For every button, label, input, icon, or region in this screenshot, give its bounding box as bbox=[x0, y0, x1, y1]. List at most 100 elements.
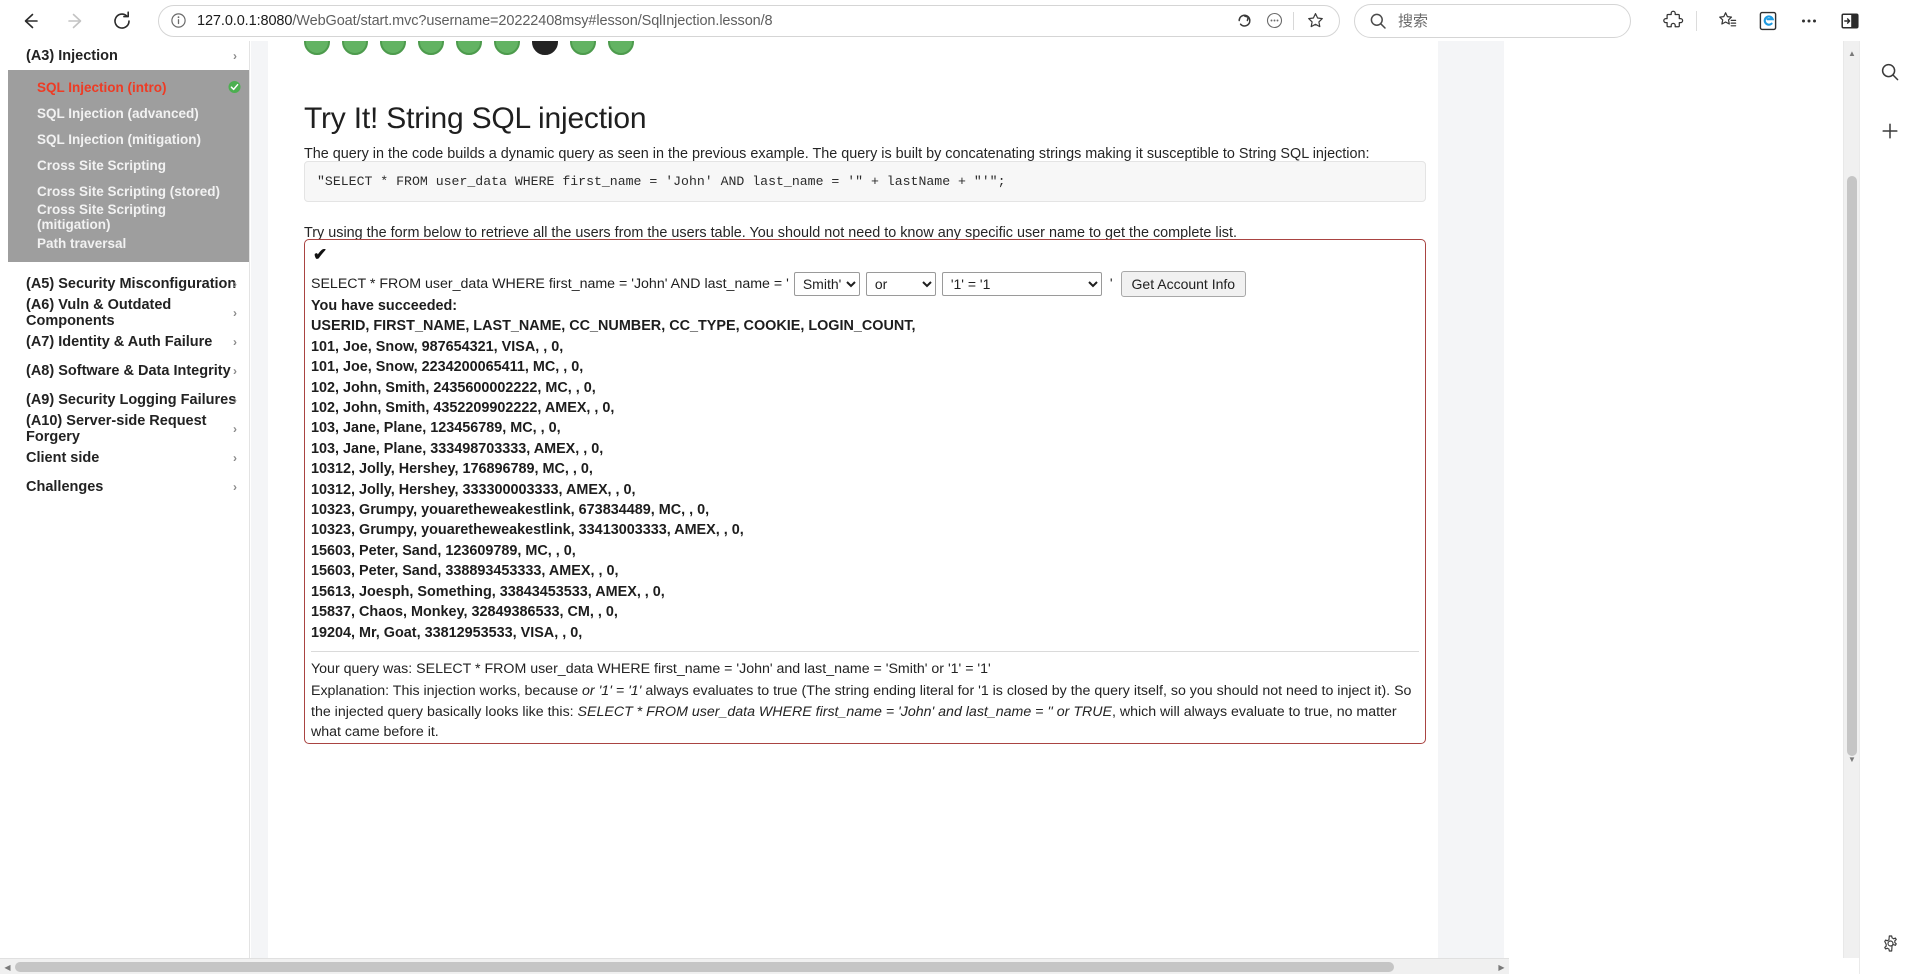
query-results-output: You have succeeded: USERID, FIRST_NAME, … bbox=[311, 296, 1419, 643]
settings-and-more-icon[interactable] bbox=[1792, 4, 1826, 38]
explanation-italic-2: SELECT * FROM user_data WHERE first_name… bbox=[577, 703, 1112, 720]
reload-button[interactable] bbox=[104, 3, 140, 39]
stage-dot-current[interactable] bbox=[532, 41, 558, 55]
get-account-info-button[interactable]: Get Account Info bbox=[1120, 271, 1247, 297]
webgoat-page: (A3) Injection › SQL Injection (intro) S… bbox=[0, 41, 1524, 974]
sidebar-group-a9-security-logging-failures[interactable]: (A9) Security Logging Failures › bbox=[8, 385, 249, 414]
scroll-up-arrow-icon[interactable]: ▲ bbox=[1844, 45, 1860, 61]
sidebar-group-label: (A7) Identity & Auth Failure bbox=[26, 333, 213, 350]
explanation-label: Explanation: bbox=[311, 683, 393, 700]
sidebar-submenu-injection: SQL Injection (intro) SQL Injection (adv… bbox=[8, 70, 249, 262]
condition-select[interactable]: '1' = '1 bbox=[941, 272, 1102, 296]
stage-dot[interactable] bbox=[570, 41, 596, 55]
scroll-right-arrow-icon[interactable]: ▶ bbox=[1494, 959, 1509, 974]
rail-add-icon[interactable] bbox=[1873, 114, 1907, 148]
your-query-value: SELECT * FROM user_data WHERE first_name… bbox=[416, 661, 991, 677]
lesson-navigation-sidebar: (A3) Injection › SQL Injection (intro) S… bbox=[8, 41, 250, 974]
sidebar-group-client-side[interactable]: Client side › bbox=[8, 443, 249, 472]
chevron-right-icon: › bbox=[233, 305, 237, 320]
result-row: 10312, Jolly, Hershey, 176896789, MC, , … bbox=[311, 461, 593, 478]
stage-dot[interactable] bbox=[608, 41, 634, 55]
sidebar-group-label: Challenges bbox=[26, 478, 104, 495]
read-aloud-icon[interactable] bbox=[1230, 7, 1258, 35]
sidebar-item-label: SQL Injection (intro) bbox=[37, 79, 167, 95]
success-message: You have succeeded: bbox=[311, 298, 458, 314]
stage-dot[interactable] bbox=[304, 41, 330, 55]
sidebar-group-a5-security-misconfiguration[interactable]: (A5) Security Misconfiguration › bbox=[8, 269, 249, 298]
sidebar-item-label: Cross Site Scripting bbox=[37, 157, 167, 173]
sidebar-group-label: (A9) Security Logging Failures bbox=[26, 391, 237, 408]
query-suffix-label: ' bbox=[1109, 276, 1113, 292]
divider bbox=[1696, 10, 1697, 31]
lesson-content-area: Try It! String SQL injection The query i… bbox=[251, 41, 1504, 974]
sidebar-group-a7-identity-auth-failure[interactable]: (A7) Identity & Auth Failure › bbox=[8, 327, 249, 356]
sidebar-group-challenges[interactable]: Challenges › bbox=[8, 472, 249, 501]
vertical-scrollbar[interactable]: ▲ ▼ bbox=[1843, 41, 1859, 958]
operator-select[interactable]: or bbox=[865, 272, 936, 296]
sidebar-group-label: (A10) Server-side Request Forgery bbox=[26, 412, 207, 445]
your-query-label: Your query was: bbox=[311, 661, 417, 677]
sidebar-group-a3-injection[interactable]: (A3) Injection › bbox=[8, 41, 249, 70]
rail-settings-gear-icon[interactable] bbox=[1873, 926, 1907, 960]
back-button[interactable] bbox=[12, 3, 48, 39]
chevron-right-icon: › bbox=[233, 392, 237, 407]
result-row: 10312, Jolly, Hershey, 333300003333, AME… bbox=[311, 481, 636, 498]
sidebar-item-path-traversal[interactable]: Path traversal bbox=[8, 230, 249, 256]
scroll-left-arrow-icon[interactable]: ◀ bbox=[0, 959, 15, 974]
vertical-scrollbar-thumb[interactable] bbox=[1847, 176, 1857, 756]
stage-dot[interactable] bbox=[342, 41, 368, 55]
explanation-block: Your query was: SELECT * FROM user_data … bbox=[311, 651, 1419, 745]
sidebar-item-label: SQL Injection (advanced) bbox=[37, 105, 199, 121]
explanation-part-1: This injection works, because bbox=[392, 683, 583, 700]
result-row: 10323, Grumpy, youaretheweakestlink, 673… bbox=[311, 502, 710, 519]
split-screen-icon[interactable] bbox=[1833, 4, 1867, 38]
stage-dot[interactable] bbox=[380, 41, 406, 55]
rail-search-icon[interactable] bbox=[1873, 55, 1907, 89]
horizontal-scrollbar-thumb[interactable] bbox=[15, 962, 1394, 972]
url-text[interactable]: 127.0.0.1:8080/WebGoat/start.mvc?usernam… bbox=[197, 13, 1228, 29]
stage-dot[interactable] bbox=[456, 41, 482, 55]
collections-icon[interactable] bbox=[1710, 4, 1744, 38]
result-row: 102, John, Smith, 2435600002222, MC, , 0… bbox=[311, 379, 596, 396]
ie-mode-icon[interactable] bbox=[1751, 4, 1785, 38]
site-info-icon[interactable] bbox=[170, 12, 187, 29]
sidebar-item-cross-site-scripting[interactable]: Cross Site Scripting bbox=[8, 152, 249, 178]
favorite-star-icon[interactable] bbox=[1301, 7, 1329, 35]
sidebar-item-label: SQL Injection (mitigation) bbox=[37, 131, 201, 147]
stage-dot[interactable] bbox=[418, 41, 444, 55]
result-row: 101, Joe, Snow, 987654321, VISA, , 0, bbox=[311, 338, 564, 355]
sidebar-item-sql-injection-intro[interactable]: SQL Injection (intro) bbox=[8, 74, 249, 100]
scroll-down-arrow-icon[interactable]: ▼ bbox=[1844, 751, 1860, 767]
lastname-select[interactable]: Smith' bbox=[793, 272, 860, 296]
sidebar-item-cross-site-scripting-stored[interactable]: Cross Site Scripting (stored) bbox=[8, 178, 249, 204]
query-prefix-label: SELECT * FROM user_data WHERE first_name… bbox=[311, 276, 789, 292]
explanation-text: Explanation: This injection works, becau… bbox=[311, 681, 1419, 742]
result-row: 102, John, Smith, 4352209902222, AMEX, ,… bbox=[311, 400, 615, 417]
sidebar-item-cross-site-scripting-mitigation[interactable]: Cross Site Scripting (mitigation) bbox=[8, 202, 249, 232]
chevron-right-icon: › bbox=[233, 479, 237, 494]
result-row: 103, Jane, Plane, 333498703333, AMEX, , … bbox=[311, 440, 604, 457]
success-checkmark-icon: ✔ bbox=[313, 245, 328, 264]
horizontal-scrollbar[interactable]: ◀ ▶ bbox=[0, 958, 1509, 974]
search-input-placeholder[interactable]: 搜索 bbox=[1398, 10, 1428, 31]
lesson-title: Try It! String SQL injection bbox=[304, 102, 647, 136]
sidebar-item-label: Cross Site Scripting (mitigation) bbox=[37, 202, 167, 232]
sidebar-group-a10-server-side-request-forgery[interactable]: (A10) Server-side Request Forgery › bbox=[8, 412, 249, 445]
result-row: 15603, Peter, Sand, 338893453333, AMEX, … bbox=[311, 563, 619, 580]
stage-dot[interactable] bbox=[494, 41, 520, 55]
url-host: 127.0.0.1:8080 bbox=[197, 12, 293, 29]
browser-toolbar: 127.0.0.1:8080/WebGoat/start.mvc?usernam… bbox=[0, 0, 1919, 41]
sidebar-group-a6-vuln-outdated-components[interactable]: (A6) Vuln & Outdated Components › bbox=[8, 296, 249, 329]
forward-button[interactable] bbox=[58, 3, 94, 39]
extensions-icon[interactable] bbox=[1656, 4, 1690, 38]
url-more-options-icon[interactable] bbox=[1260, 7, 1288, 35]
address-bar[interactable]: 127.0.0.1:8080/WebGoat/start.mvc?usernam… bbox=[158, 4, 1340, 37]
result-row: 15603, Peter, Sand, 123609789, MC, , 0, bbox=[311, 542, 576, 559]
sidebar-group-a8-software-data-integrity[interactable]: (A8) Software & Data Integrity › bbox=[8, 356, 249, 385]
chevron-right-icon: › bbox=[233, 334, 237, 349]
sidebar-group-label: (A6) Vuln & Outdated Components bbox=[26, 296, 172, 329]
back-arrow-icon bbox=[24, 13, 38, 28]
sidebar-item-sql-injection-mitigation[interactable]: SQL Injection (mitigation) bbox=[8, 126, 249, 152]
search-box[interactable]: 搜索 bbox=[1354, 3, 1631, 38]
sidebar-item-sql-injection-advanced[interactable]: SQL Injection (advanced) bbox=[8, 100, 249, 126]
